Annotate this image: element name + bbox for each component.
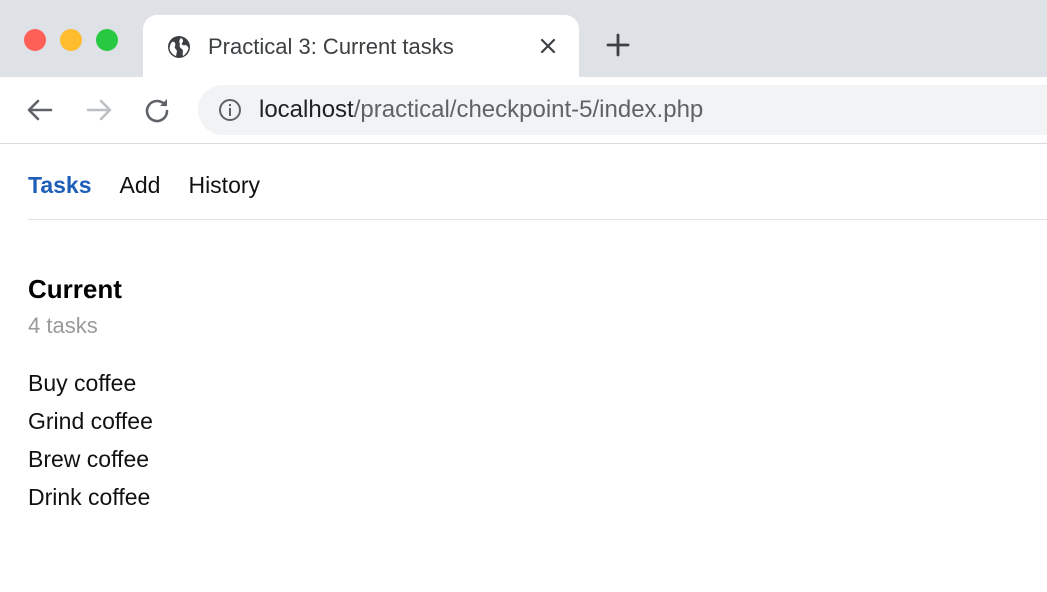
task-item: Buy coffee bbox=[28, 370, 137, 396]
globe-icon bbox=[168, 36, 190, 58]
window-minimize-button[interactable] bbox=[60, 29, 82, 51]
info-icon[interactable] bbox=[218, 98, 242, 122]
task-item: Brew coffee bbox=[28, 446, 150, 472]
page-content: Tasks Add History Current 4 tasks Buy co… bbox=[0, 144, 1047, 592]
tab-title: Practical 3: Current tasks bbox=[208, 34, 454, 59]
section-title: Current bbox=[28, 274, 122, 304]
plus-icon[interactable] bbox=[605, 32, 631, 58]
nav-link-history[interactable]: History bbox=[188, 172, 260, 199]
task-count: 4 tasks bbox=[28, 313, 98, 338]
url-path: /practical/checkpoint-5/index.php bbox=[353, 96, 704, 123]
task-item: Drink coffee bbox=[28, 484, 151, 510]
window-zoom-button[interactable] bbox=[96, 29, 118, 51]
browser-window: Practical 3: Current tasks localhost/pra… bbox=[0, 0, 1047, 592]
tab-strip: Practical 3: Current tasks bbox=[0, 0, 1047, 77]
back-arrow-icon[interactable] bbox=[25, 95, 55, 125]
nav-divider bbox=[28, 219, 1047, 220]
url-text[interactable]: localhost/practical/checkpoint-5/index.p… bbox=[259, 96, 703, 124]
forward-arrow-icon[interactable] bbox=[84, 95, 114, 125]
url-host: localhost bbox=[259, 96, 354, 123]
address-bar[interactable]: localhost/practical/checkpoint-5/index.p… bbox=[198, 85, 1047, 135]
task-list: Buy coffee Grind coffee Brew coffee Drin… bbox=[28, 368, 153, 520]
close-icon[interactable] bbox=[538, 36, 558, 56]
reload-icon[interactable] bbox=[142, 95, 172, 125]
window-close-button[interactable] bbox=[24, 29, 46, 51]
active-tab[interactable]: Practical 3: Current tasks bbox=[143, 15, 579, 77]
site-nav: Tasks Add History bbox=[28, 172, 288, 199]
task-item: Grind coffee bbox=[28, 408, 153, 434]
nav-link-add[interactable]: Add bbox=[120, 172, 161, 199]
nav-link-tasks[interactable]: Tasks bbox=[28, 172, 92, 199]
browser-toolbar: localhost/practical/checkpoint-5/index.p… bbox=[0, 77, 1047, 144]
